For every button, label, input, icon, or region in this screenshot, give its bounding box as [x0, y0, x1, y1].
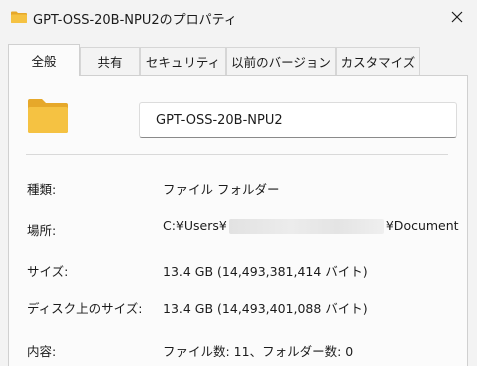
folder-icon	[28, 99, 68, 133]
location-path-prefix: C:¥Users¥	[163, 218, 227, 233]
location-label: 場所:	[27, 223, 57, 238]
close-icon	[451, 11, 463, 23]
size-label: サイズ:	[27, 264, 69, 279]
type-label: 種類:	[27, 182, 57, 197]
tab-strip: 全般 共有 セキュリティ 以前のバージョン カスタマイズ	[0, 44, 477, 76]
tab-previous-versions[interactable]: 以前のバージョン	[226, 47, 336, 75]
divider	[26, 154, 448, 155]
close-button[interactable]	[444, 4, 470, 30]
size-on-disk-label: ディスク上のサイズ:	[27, 301, 143, 316]
tab-security[interactable]: セキュリティ	[140, 47, 226, 75]
tab-customize[interactable]: カスタマイズ	[336, 47, 420, 75]
location-path-suffix: ¥Document	[385, 218, 459, 233]
folder-name-input[interactable]	[139, 102, 457, 138]
contents-label: 内容:	[27, 344, 57, 359]
tab-sharing[interactable]: 共有	[80, 47, 140, 75]
title-bar: GPT-OSS-20B-NPU2のプロパティ	[0, 0, 477, 34]
location-value: C:¥Users¥ ¥Document	[163, 218, 459, 234]
type-value: ファイル フォルダー	[163, 182, 280, 197]
window-title: GPT-OSS-20B-NPU2のプロパティ	[33, 13, 237, 28]
size-on-disk-value: 13.4 GB (14,493,401,088 バイト)	[163, 301, 368, 316]
tab-general[interactable]: 全般	[8, 44, 80, 76]
redacted-username	[228, 219, 384, 234]
size-value: 13.4 GB (14,493,381,414 バイト)	[163, 264, 368, 279]
folder-icon	[11, 11, 27, 23]
contents-value: ファイル数: 11、フォルダー数: 0	[163, 344, 354, 359]
